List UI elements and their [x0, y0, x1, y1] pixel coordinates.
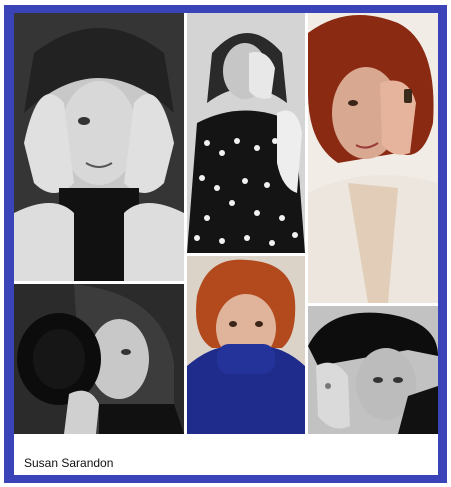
photo-hat-hand-near-face [308, 306, 438, 434]
photo-red-curls-blue-sleeve [187, 256, 305, 434]
collage-frame: Susan Sarandon [4, 5, 447, 483]
photo-hands-framing-face [14, 13, 184, 281]
collage-caption: Susan Sarandon [24, 456, 114, 470]
photo-hat-covering-face [14, 284, 184, 434]
photo-polka-dot-jacket [187, 13, 305, 253]
collage-panel: Susan Sarandon [14, 13, 438, 475]
photo-red-hair-white-blazer [308, 13, 438, 303]
